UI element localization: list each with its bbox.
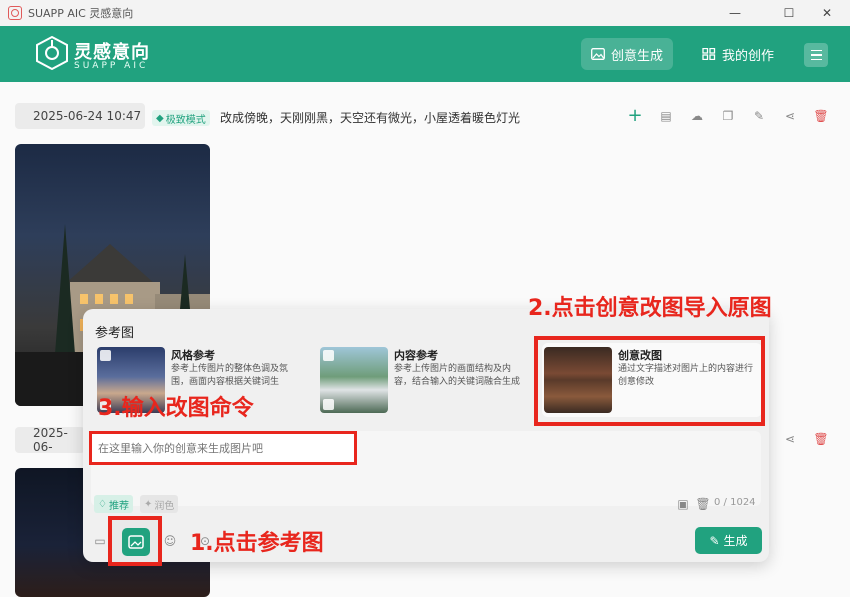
card-style-desc: 参考上传图片的整体色调及氛围，画面内容根据关键词生 bbox=[171, 364, 289, 387]
annotation-step1: 1.点击参考图 bbox=[190, 531, 324, 556]
prompt-text: 改成傍晚，天刚刚黑，天空还有微光，小屋透着暖色灯光 bbox=[220, 111, 521, 125]
annotation-step2: 2.点击创意改图导入原图 bbox=[528, 296, 772, 321]
card-content-desc: 参考上传图片的画面结构及内容，结合输入的关键词融合生成 bbox=[394, 364, 521, 387]
window-titlebar: SUAPP AIC 灵感意向 — ☐ ✕ bbox=[0, 0, 850, 26]
generate-button[interactable]: ✎ 生成 bbox=[695, 527, 762, 554]
share-icon[interactable]: ⋖ bbox=[783, 109, 797, 123]
panel-title: 参考图 bbox=[95, 326, 135, 341]
card-content-ref[interactable]: 内容参考 参考上传图片的画面结构及内容，结合输入的关键词融合生成 bbox=[318, 343, 530, 417]
grid-icon bbox=[702, 48, 716, 60]
tab-create-label: 创意生成 bbox=[611, 48, 664, 64]
menu-button[interactable] bbox=[804, 43, 828, 67]
delete-icon-2[interactable]: 🗑 bbox=[813, 432, 828, 446]
thumb-badge-icon bbox=[100, 350, 111, 361]
cloud-upload-icon[interactable]: ☁ bbox=[690, 109, 704, 123]
duplicate-icon[interactable]: ❐ bbox=[721, 109, 735, 123]
wand-icon: ✎ bbox=[709, 533, 720, 548]
mode-badge: ◆ 极致模式 bbox=[152, 110, 210, 126]
diamond-icon: ◆ bbox=[156, 112, 164, 124]
minimize-button[interactable]: — bbox=[712, 0, 758, 26]
add-icon[interactable]: + bbox=[627, 105, 642, 126]
tab-my-works-label: 我的创作 bbox=[722, 48, 775, 64]
logo-subtitle: SUAPP AIC bbox=[74, 61, 149, 71]
bulb-icon: ♢ bbox=[98, 498, 107, 510]
card-style-name: 风格参考 bbox=[171, 349, 215, 362]
sparkle-icon: ✦ bbox=[144, 498, 153, 510]
delete-icon[interactable]: 🗑 bbox=[813, 109, 828, 123]
prompt-input[interactable] bbox=[89, 431, 357, 465]
tab-my-works[interactable]: 我的创作 bbox=[692, 38, 784, 70]
close-window-button[interactable]: ✕ bbox=[804, 0, 850, 26]
clear-icon[interactable]: 🗑 bbox=[695, 497, 710, 511]
highlight-creative-edit bbox=[534, 336, 765, 426]
recommend-chip-label: 推荐 bbox=[108, 500, 129, 512]
share-icon-2[interactable]: ⋖ bbox=[783, 432, 797, 446]
content-ref-thumb bbox=[320, 347, 388, 413]
window-title: SUAPP AIC 灵感意向 bbox=[28, 7, 134, 20]
image-add-icon bbox=[128, 535, 144, 549]
save-icon[interactable]: ▣ bbox=[676, 497, 690, 511]
timestamp-pill: 2025-06-24 10:47 bbox=[15, 103, 145, 129]
card-content-name: 内容参考 bbox=[394, 349, 438, 362]
mode-badge-label: 极致模式 bbox=[165, 114, 206, 126]
copy-prompt-icon[interactable]: ▤ bbox=[659, 109, 673, 123]
app-header: 灵感意向 SUAPP AIC 创意生成 我的创作 bbox=[0, 26, 850, 82]
polish-chip-label: 润色 bbox=[154, 500, 175, 512]
monitor-icon[interactable]: ▭ bbox=[93, 534, 107, 548]
annotation-step3: 3.输入改图命令 bbox=[98, 396, 254, 421]
timestamp-text-2: 2025-06- bbox=[33, 426, 68, 454]
face-icon[interactable]: ☺ bbox=[163, 534, 177, 548]
generate-button-label: 生成 bbox=[723, 534, 748, 548]
magic-wand-icon[interactable]: ✎ bbox=[752, 109, 766, 123]
image-icon bbox=[591, 48, 605, 60]
reference-button-highlight bbox=[108, 516, 162, 566]
char-counter: 0 / 1024 bbox=[714, 497, 756, 508]
timestamp-pill-2: 2025-06- bbox=[15, 426, 85, 454]
reference-image-button[interactable] bbox=[122, 528, 150, 556]
polish-chip[interactable]: ✦ 润色 bbox=[140, 495, 179, 513]
recommend-chip[interactable]: ♢ 推荐 bbox=[94, 495, 133, 513]
app-icon bbox=[8, 6, 22, 20]
thumb-action-icon-2 bbox=[323, 399, 334, 410]
thumb-badge-icon-2 bbox=[323, 350, 334, 361]
logo-icon bbox=[36, 36, 68, 70]
tab-create[interactable]: 创意生成 bbox=[581, 38, 674, 70]
timestamp-text: 2025-06-24 10:47 bbox=[33, 109, 142, 123]
